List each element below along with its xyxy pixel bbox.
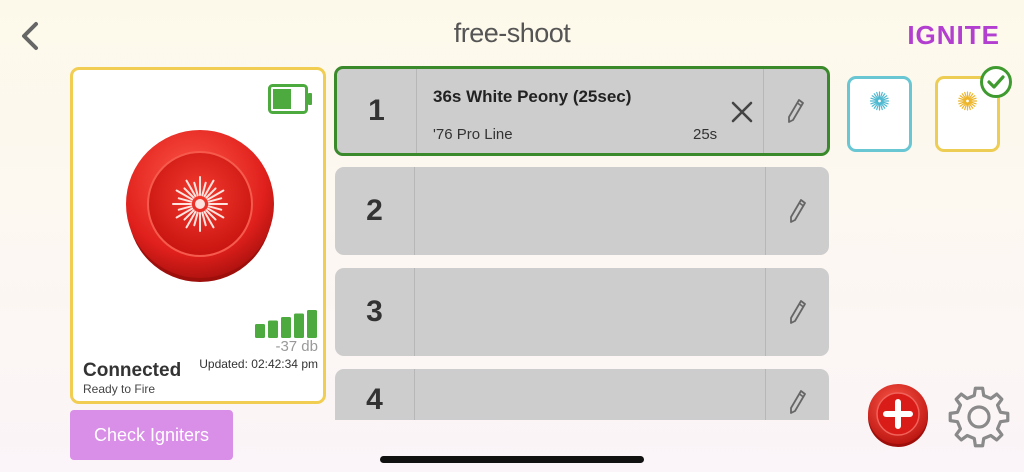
edit-cue-button[interactable] <box>763 69 827 153</box>
selected-check-badge <box>980 66 1012 98</box>
cue-number: 3 <box>335 268 415 356</box>
connection-status: Connected <box>83 360 182 381</box>
signal-bar <box>255 324 265 338</box>
checkmark-icon <box>987 75 1005 89</box>
pencil-icon <box>789 390 806 414</box>
cue-name: 36s White Peony (25sec) <box>433 87 632 106</box>
cue-product-line: '76 Pro Line <box>433 126 513 143</box>
edit-cue-button[interactable] <box>765 369 829 420</box>
page-title: free-shoot <box>453 18 571 48</box>
clear-cue-button[interactable] <box>727 97 757 127</box>
edit-cue-button[interactable] <box>765 167 829 255</box>
edit-cue-button[interactable] <box>765 268 829 356</box>
signal-bar <box>307 310 317 338</box>
signal-bar <box>268 320 278 338</box>
pencil-icon <box>789 300 806 324</box>
device-card[interactable]: -37 db Connected Ready to Fire Updated: … <box>70 67 326 404</box>
cue-row-1[interactable]: 1 36s White Peony (25sec) '76 Pro Line 2… <box>334 66 830 156</box>
close-icon <box>731 101 753 123</box>
add-cue-button[interactable] <box>866 383 930 447</box>
cue-number: 2 <box>335 167 415 255</box>
pencil-icon <box>789 199 806 223</box>
signal-bar <box>294 313 304 338</box>
signal-bar <box>281 317 291 338</box>
cue-number: 4 <box>335 369 415 420</box>
cue-list[interactable]: 1 36s White Peony (25sec) '76 Pro Line 2… <box>334 66 830 420</box>
settings-button[interactable] <box>946 384 1012 450</box>
signal-strength-icon <box>255 310 317 338</box>
cue-row-2[interactable]: 2 <box>335 167 829 255</box>
ready-status: Ready to Fire <box>83 382 156 396</box>
cue-row-4[interactable]: 4 <box>335 369 829 420</box>
home-indicator <box>380 456 644 463</box>
cue-duration: 25s <box>693 126 718 143</box>
pencil-icon <box>787 99 804 123</box>
check-igniters-button[interactable]: Check Igniters <box>70 410 233 460</box>
gear-icon <box>948 386 1010 448</box>
teal-burst-icon <box>869 91 890 111</box>
cue-number: 1 <box>337 69 417 153</box>
signal-db: -37 db <box>275 338 318 355</box>
updated-time: Updated: 02:42:34 pm <box>199 357 318 371</box>
cue-row-3[interactable]: 3 <box>335 268 829 356</box>
effect-tile-teal[interactable] <box>847 76 912 152</box>
fire-button[interactable] <box>124 130 276 282</box>
brand-logo: IGNITE <box>907 20 1000 50</box>
battery-icon <box>268 84 312 114</box>
